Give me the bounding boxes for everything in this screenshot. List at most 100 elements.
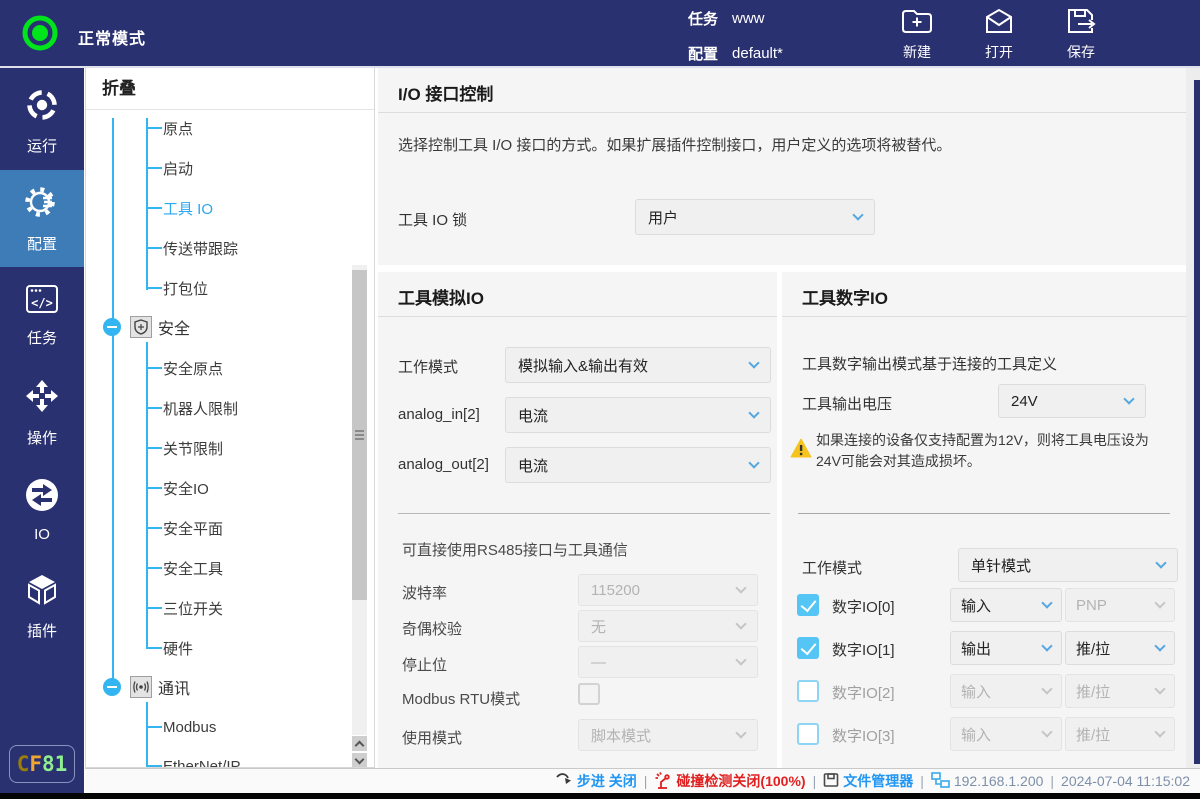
tree-item-packing[interactable]: 打包位	[86, 270, 374, 306]
config-value: default*	[732, 45, 783, 62]
sidebar-item-io[interactable]: IO	[0, 461, 84, 558]
digital-work-mode-select[interactable]: 单针模式	[958, 548, 1178, 582]
digital-io-0-direction: 输入	[961, 595, 991, 616]
new-button[interactable]: 新建	[886, 7, 948, 62]
sidebar-item-operate[interactable]: 操作	[0, 364, 84, 461]
digital-io-3-checkbox[interactable]	[797, 723, 819, 745]
modbus-rtu-label: Modbus RTU模式	[402, 688, 520, 709]
digital-io-1-checkbox[interactable]	[797, 637, 819, 659]
divider	[378, 112, 1186, 113]
gear-icon	[24, 184, 60, 224]
config-tree-panel: 折叠 原点 启动 工具 IO 传送带跟踪 打包位 安全	[85, 68, 375, 768]
step-mode-label: 步进 关闭	[577, 771, 637, 791]
tree-item-hardware[interactable]: 硬件	[86, 630, 374, 666]
step-arrow-icon	[556, 772, 573, 790]
tree-scrollbar-thumb[interactable]	[352, 270, 367, 600]
sidebar-item-label: IO	[34, 526, 50, 543]
tree-item-label: 安全工具	[163, 558, 223, 579]
ip-address: 192.168.1.200	[954, 773, 1044, 789]
digital-io-2-direction-select: 输入	[950, 674, 1062, 708]
analog-out-select[interactable]: 电流	[505, 447, 771, 483]
tree-scroll-up-button[interactable]	[352, 736, 367, 751]
floppy-arrow-icon	[1065, 7, 1097, 38]
stop-bit-value: —	[591, 654, 606, 671]
digital-io-2-mode-select: 推/拉	[1065, 674, 1175, 708]
tree-item-three-pos-switch[interactable]: 三位开关	[86, 590, 374, 626]
collapse-toggle-icon[interactable]	[103, 318, 121, 336]
tree-item-startup[interactable]: 启动	[86, 150, 374, 186]
tree-collapse-header[interactable]: 折叠	[86, 68, 374, 110]
network-status: 192.168.1.200	[931, 772, 1044, 791]
digital-io-3-label: 数字IO[3]	[832, 725, 895, 746]
output-voltage-label: 工具输出电压	[802, 393, 892, 414]
collapse-toggle-icon[interactable]	[103, 678, 121, 696]
mode-indicator-icon	[20, 13, 60, 58]
output-voltage-select[interactable]: 24V	[998, 384, 1146, 418]
tree-item-conveyor[interactable]: 传送带跟踪	[86, 230, 374, 266]
separator: |	[644, 773, 648, 789]
sidebar-item-task[interactable]: </> 任务	[0, 267, 84, 364]
digital-io-1-direction-select[interactable]: 输出	[950, 631, 1062, 665]
analog-out-label: analog_out[2]	[398, 456, 489, 473]
tree-item-joint-limit[interactable]: 关节限制	[86, 430, 374, 466]
digital-io-3-mode-select: 推/拉	[1065, 717, 1175, 751]
move-arrows-icon	[24, 378, 60, 418]
save-button[interactable]: 保存	[1050, 7, 1112, 62]
tree-item-ethernet-ip[interactable]: EtherNet/IP	[86, 748, 374, 767]
digital-io-0-direction-select[interactable]: 输入	[950, 588, 1062, 622]
envelope-open-icon	[984, 7, 1014, 38]
open-button[interactable]: 打开	[968, 7, 1030, 62]
tree-group-communication[interactable]: 通讯	[86, 669, 374, 705]
tree-item-label: 硬件	[163, 638, 193, 659]
config-row: 配置 default*	[688, 43, 783, 64]
tool-io-lock-value: 用户	[648, 207, 678, 228]
coordinate-frame-badge[interactable]: CF81	[9, 745, 75, 783]
tree-item-label: 安全原点	[163, 358, 223, 379]
tree-group-safety[interactable]: 安全	[86, 309, 374, 345]
file-manager-button[interactable]: 文件管理器	[823, 771, 913, 791]
sidebar-item-plugin[interactable]: 插件	[0, 558, 84, 655]
tree-body: 原点 启动 工具 IO 传送带跟踪 打包位 安全 安全原点 机器人限制 关节限制…	[86, 110, 374, 767]
tree-item-safety-io[interactable]: 安全IO	[86, 470, 374, 506]
tree-item-tool-io[interactable]: 工具 IO	[86, 190, 374, 226]
tree-item-safety-home[interactable]: 安全原点	[86, 350, 374, 386]
collision-detect-status[interactable]: 碰撞检测关闭(100%)	[654, 771, 805, 792]
tool-io-lock-select[interactable]: 用户	[635, 199, 875, 235]
step-mode-status[interactable]: 步进 关闭	[556, 771, 637, 791]
code-window-icon: </>	[25, 284, 59, 318]
analog-in-select[interactable]: 电流	[505, 397, 771, 433]
tree-item-modbus[interactable]: Modbus	[86, 709, 374, 745]
tool-analog-io-panel: 工具模拟IO 工作模式 模拟输入&输出有效 analog_in[2] 电流 an…	[378, 272, 777, 768]
digital-io-2-mode: 推/拉	[1076, 681, 1110, 702]
tree-item-safety-tool[interactable]: 安全工具	[86, 550, 374, 586]
new-button-label: 新建	[903, 42, 931, 62]
digital-io-0-checkbox[interactable]	[797, 594, 819, 616]
tree-scroll-down-button[interactable]	[352, 753, 367, 767]
separator: |	[1050, 773, 1054, 789]
statusbar: 步进 关闭 | 碰撞检测关闭(100%) | 文件管理器	[85, 768, 1200, 793]
main-scrollbar-thumb[interactable]	[1194, 80, 1200, 764]
divider	[378, 316, 777, 317]
chevron-down-icon	[748, 457, 759, 468]
sidebar-item-config[interactable]: 配置	[0, 170, 84, 267]
chevron-down-icon	[1041, 640, 1052, 651]
divider	[782, 316, 1186, 317]
parity-label: 奇偶校验	[402, 618, 462, 639]
sidebar-item-run[interactable]: 运行	[0, 73, 84, 170]
tree-item-origin[interactable]: 原点	[86, 110, 374, 146]
shield-plus-icon	[130, 316, 152, 338]
tree-item-robot-limit[interactable]: 机器人限制	[86, 390, 374, 426]
tree-item-label: 机器人限制	[163, 398, 238, 419]
digital-io-2-checkbox[interactable]	[797, 680, 819, 702]
config-label: 配置	[688, 43, 718, 64]
chevron-down-icon	[1154, 726, 1165, 737]
work-mode-label: 工作模式	[398, 356, 458, 377]
tree-item-safety-plane[interactable]: 安全平面	[86, 510, 374, 546]
analog-in-value: 电流	[518, 405, 548, 426]
topbar-actions: 新建 打开 保存	[886, 7, 1112, 62]
baud-rate-select: 115200	[578, 574, 758, 606]
digital-io-1-mode-select[interactable]: 推/拉	[1065, 631, 1175, 665]
work-mode-select[interactable]: 模拟输入&输出有效	[505, 347, 771, 383]
chevron-down-icon	[735, 727, 746, 738]
tree-item-label: Modbus	[163, 719, 216, 736]
